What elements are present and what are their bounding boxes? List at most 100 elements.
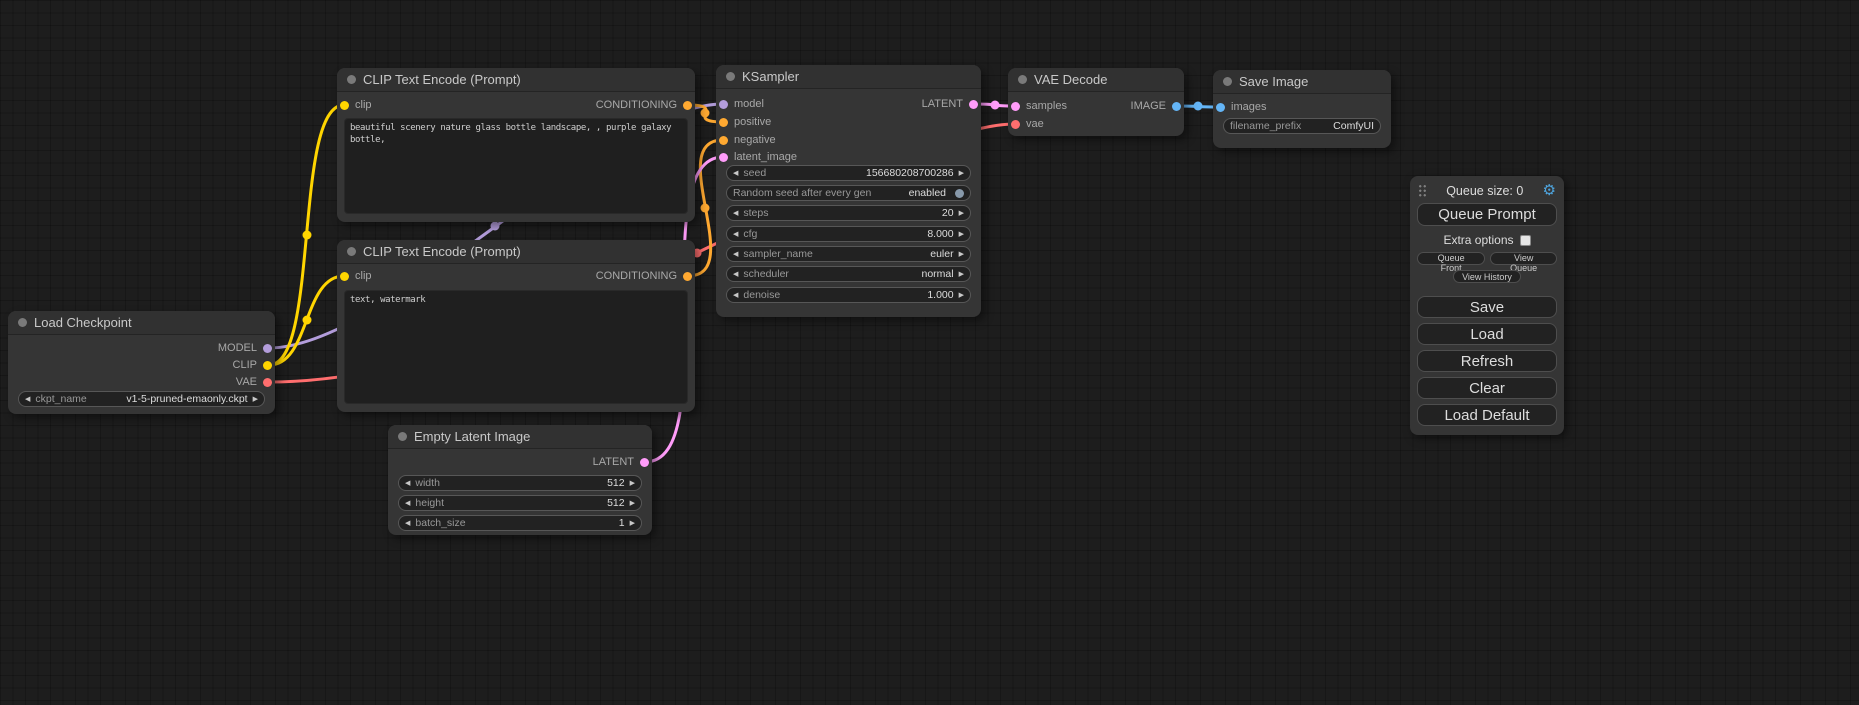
extra-options-checkbox[interactable] — [1520, 235, 1531, 246]
decrement-arrow-icon[interactable]: ◀ — [733, 251, 738, 258]
collapse-dot-icon[interactable] — [726, 72, 735, 81]
port-model-icon[interactable] — [263, 344, 272, 353]
widget-batch-size[interactable]: ◀ batch_size 1 ▶ — [398, 515, 642, 531]
input-slot-negative[interactable]: negative — [719, 132, 776, 148]
increment-arrow-icon[interactable]: ▶ — [630, 520, 635, 527]
decrement-arrow-icon[interactable]: ◀ — [733, 210, 738, 217]
output-slot-vae[interactable]: VAE — [236, 374, 272, 390]
output-slot-clip[interactable]: CLIP — [233, 357, 272, 373]
port-latent-icon[interactable] — [640, 458, 649, 467]
output-slot-conditioning[interactable]: CONDITIONING — [596, 268, 692, 284]
increment-arrow-icon[interactable]: ▶ — [959, 170, 964, 177]
load-button[interactable]: Load — [1417, 323, 1557, 345]
input-slot-images[interactable]: images — [1216, 99, 1266, 115]
port-conditioning-icon[interactable] — [683, 272, 692, 281]
queue-prompt-button[interactable]: Queue Prompt — [1417, 203, 1557, 226]
widget-width[interactable]: ◀ width 512 ▶ — [398, 475, 642, 491]
decrement-arrow-icon[interactable]: ◀ — [733, 170, 738, 177]
drag-handle-icon[interactable] — [1418, 184, 1427, 197]
node-title-bar[interactable]: Load Checkpoint — [8, 311, 275, 335]
output-slot-image[interactable]: IMAGE — [1131, 98, 1181, 114]
decrement-arrow-icon[interactable]: ◀ — [733, 271, 738, 278]
node-load-checkpoint[interactable]: Load Checkpoint MODEL CLIP VAE ◀ ckpt_na… — [8, 311, 275, 414]
widget-filename-prefix[interactable]: filename_prefix ComfyUI — [1223, 118, 1381, 134]
port-latent-icon[interactable] — [969, 100, 978, 109]
node-vae-decode[interactable]: VAE Decode samples vae IMAGE — [1008, 68, 1184, 136]
queue-front-button[interactable]: Queue Front — [1417, 252, 1485, 265]
decrement-arrow-icon[interactable]: ◀ — [733, 292, 738, 299]
node-title-bar[interactable]: VAE Decode — [1008, 68, 1184, 92]
input-slot-latent-image[interactable]: latent_image — [719, 149, 797, 165]
port-clip-icon[interactable] — [340, 101, 349, 110]
node-title-bar[interactable]: Empty Latent Image — [388, 425, 652, 449]
port-conditioning-icon[interactable] — [719, 118, 728, 127]
increment-arrow-icon[interactable]: ▶ — [253, 396, 258, 403]
collapse-dot-icon[interactable] — [347, 75, 356, 84]
node-graph-canvas[interactable]: Load Checkpoint MODEL CLIP VAE ◀ ckpt_na… — [0, 0, 1859, 705]
view-queue-button[interactable]: View Queue — [1490, 252, 1557, 265]
node-title-bar[interactable]: KSampler — [716, 65, 981, 89]
decrement-arrow-icon[interactable]: ◀ — [405, 480, 410, 487]
input-slot-samples[interactable]: samples — [1011, 98, 1067, 114]
port-model-icon[interactable] — [719, 100, 728, 109]
node-empty-latent-image[interactable]: Empty Latent Image LATENT ◀ width 512 ▶ … — [388, 425, 652, 535]
collapse-dot-icon[interactable] — [1223, 77, 1232, 86]
increment-arrow-icon[interactable]: ▶ — [959, 210, 964, 217]
increment-arrow-icon[interactable]: ▶ — [630, 500, 635, 507]
increment-arrow-icon[interactable]: ▶ — [959, 251, 964, 258]
port-clip-icon[interactable] — [340, 272, 349, 281]
output-slot-latent[interactable]: LATENT — [593, 454, 649, 470]
widget-steps[interactable]: ◀ steps 20 ▶ — [726, 205, 971, 221]
decrement-arrow-icon[interactable]: ◀ — [405, 500, 410, 507]
node-clip-text-encode-negative[interactable]: CLIP Text Encode (Prompt) clip CONDITION… — [337, 240, 695, 412]
toggle-on-icon[interactable] — [955, 189, 964, 198]
clear-button[interactable]: Clear — [1417, 377, 1557, 399]
collapse-dot-icon[interactable] — [347, 247, 356, 256]
node-title-bar[interactable]: Save Image — [1213, 70, 1391, 94]
save-button[interactable]: Save — [1417, 296, 1557, 318]
input-slot-model[interactable]: model — [719, 96, 764, 112]
decrement-arrow-icon[interactable]: ◀ — [25, 396, 30, 403]
increment-arrow-icon[interactable]: ▶ — [959, 271, 964, 278]
load-default-button[interactable]: Load Default — [1417, 404, 1557, 426]
prompt-textarea[interactable]: text, watermark — [344, 290, 688, 404]
decrement-arrow-icon[interactable]: ◀ — [733, 231, 738, 238]
port-conditioning-icon[interactable] — [683, 101, 692, 110]
output-slot-conditioning[interactable]: CONDITIONING — [596, 97, 692, 113]
comfy-menu-panel[interactable]: Queue size: 0 ⚙ Queue Prompt Extra optio… — [1410, 176, 1564, 435]
port-image-icon[interactable] — [1216, 103, 1225, 112]
node-ksampler[interactable]: KSampler model positive negative latent_… — [716, 65, 981, 317]
output-slot-latent[interactable]: LATENT — [922, 96, 978, 112]
input-slot-clip[interactable]: clip — [340, 268, 372, 284]
widget-cfg[interactable]: ◀ cfg 8.000 ▶ — [726, 226, 971, 242]
prompt-textarea[interactable]: beautiful scenery nature glass bottle la… — [344, 118, 688, 214]
node-clip-text-encode-positive[interactable]: CLIP Text Encode (Prompt) clip CONDITION… — [337, 68, 695, 222]
node-save-image[interactable]: Save Image images filename_prefix ComfyU… — [1213, 70, 1391, 148]
input-slot-vae[interactable]: vae — [1011, 116, 1044, 132]
node-title-bar[interactable]: CLIP Text Encode (Prompt) — [337, 68, 695, 92]
port-clip-icon[interactable] — [263, 361, 272, 370]
port-vae-icon[interactable] — [263, 378, 272, 387]
collapse-dot-icon[interactable] — [18, 318, 27, 327]
widget-scheduler[interactable]: ◀ scheduler normal ▶ — [726, 266, 971, 282]
widget-height[interactable]: ◀ height 512 ▶ — [398, 495, 642, 511]
node-title-bar[interactable]: CLIP Text Encode (Prompt) — [337, 240, 695, 264]
input-slot-positive[interactable]: positive — [719, 114, 771, 130]
increment-arrow-icon[interactable]: ▶ — [959, 292, 964, 299]
settings-gear-icon[interactable]: ⚙ — [1543, 183, 1556, 198]
widget-random-seed-toggle[interactable]: Random seed after every gen enabled — [726, 185, 971, 201]
port-latent-icon[interactable] — [719, 153, 728, 162]
port-latent-icon[interactable] — [1011, 102, 1020, 111]
widget-ckpt-name[interactable]: ◀ ckpt_name v1-5-pruned-emaonly.ckpt ▶ — [18, 391, 265, 407]
input-slot-clip[interactable]: clip — [340, 97, 372, 113]
increment-arrow-icon[interactable]: ▶ — [630, 480, 635, 487]
port-image-icon[interactable] — [1172, 102, 1181, 111]
port-conditioning-icon[interactable] — [719, 136, 728, 145]
widget-sampler-name[interactable]: ◀ sampler_name euler ▶ — [726, 246, 971, 262]
output-slot-model[interactable]: MODEL — [218, 340, 272, 356]
decrement-arrow-icon[interactable]: ◀ — [405, 520, 410, 527]
refresh-button[interactable]: Refresh — [1417, 350, 1557, 372]
collapse-dot-icon[interactable] — [398, 432, 407, 441]
port-vae-icon[interactable] — [1011, 120, 1020, 129]
collapse-dot-icon[interactable] — [1018, 75, 1027, 84]
